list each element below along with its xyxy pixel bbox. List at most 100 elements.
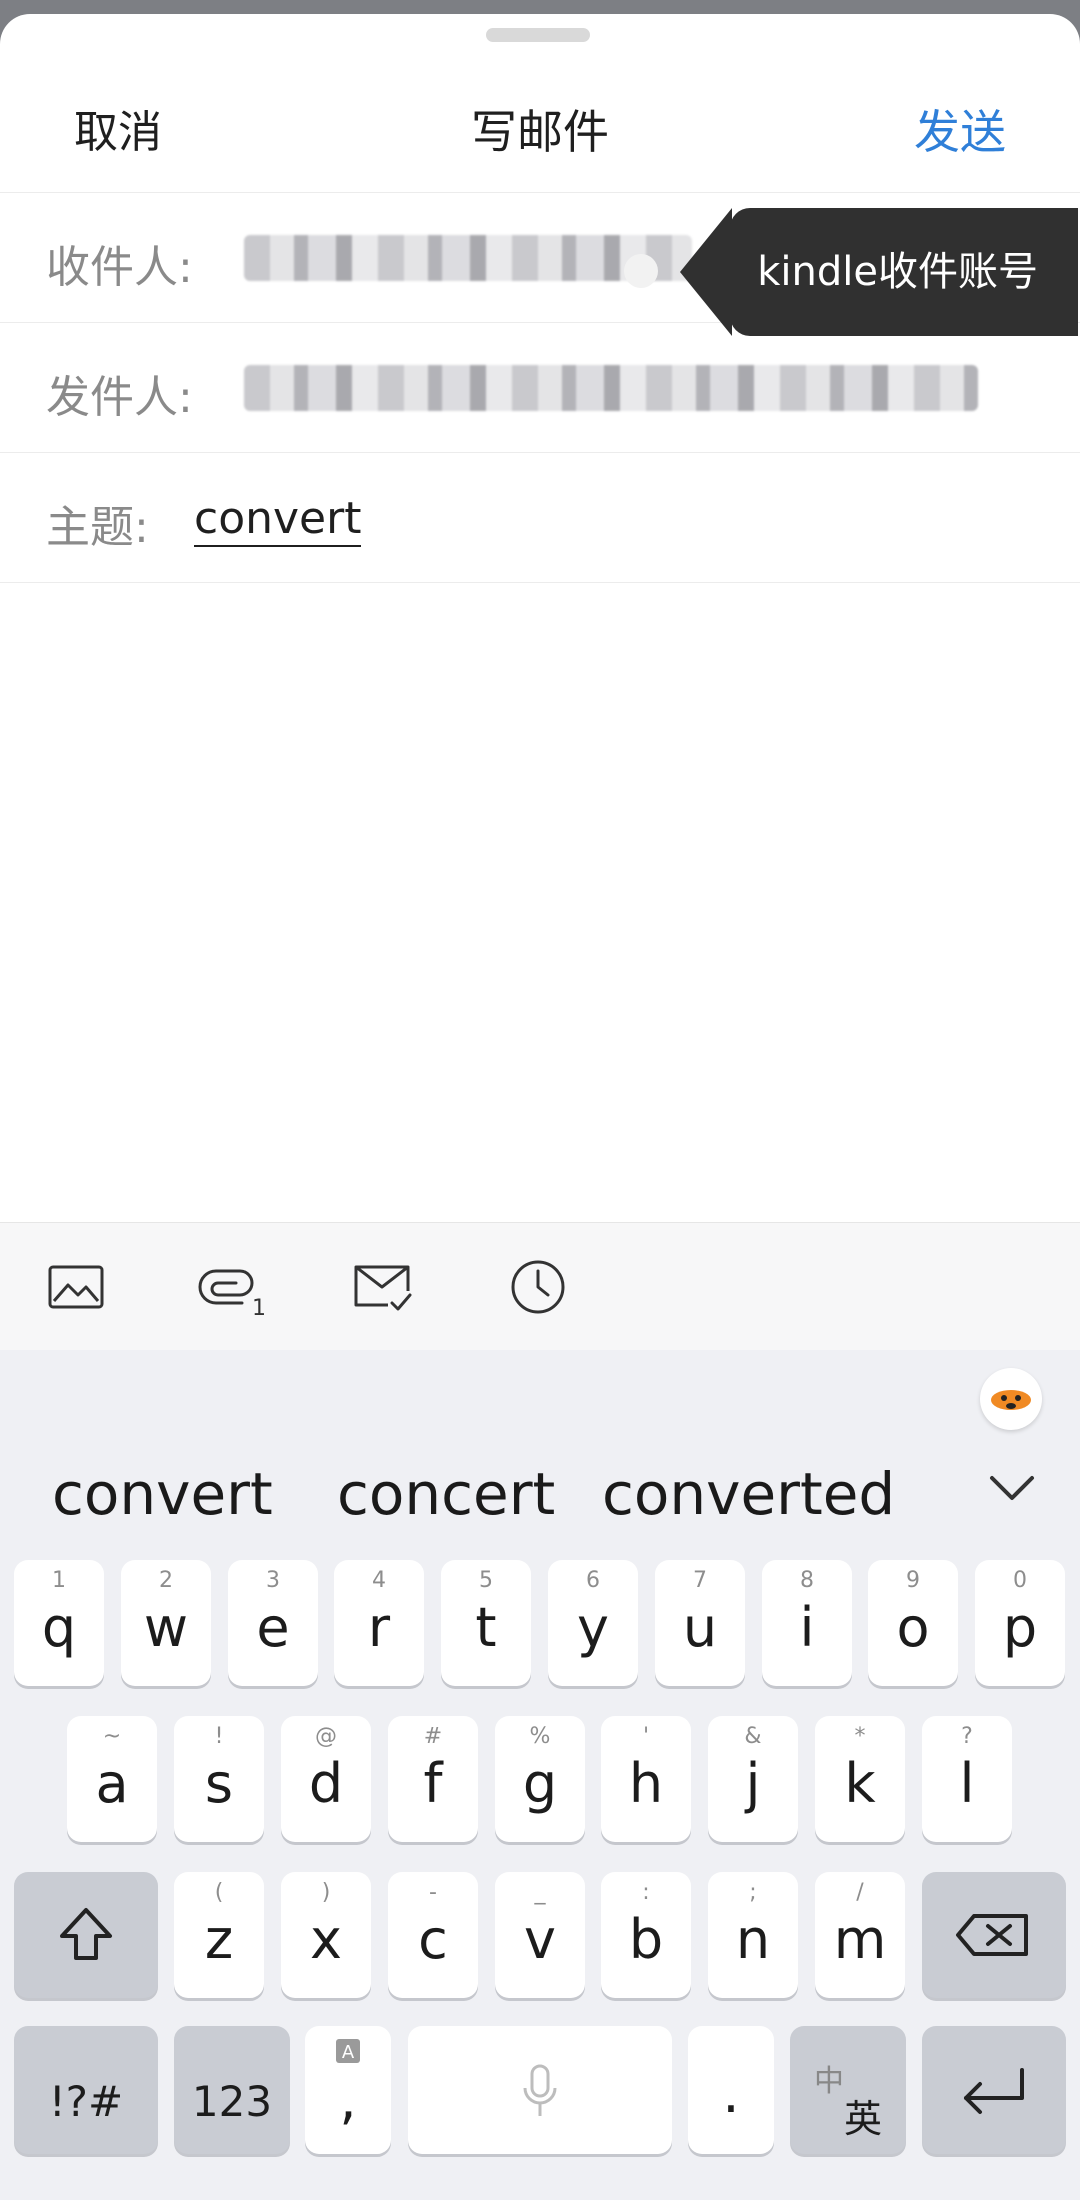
suggestion-item[interactable]: convert — [52, 1460, 273, 1528]
key-v[interactable]: _ v — [495, 1872, 585, 1998]
subject-label: 主题: — [46, 502, 149, 553]
key-q[interactable]: 1q — [14, 1560, 104, 1686]
numbers-key[interactable]: 123 — [174, 2026, 290, 2154]
enter-key[interactable] — [922, 2026, 1066, 2154]
key-d[interactable]: @ d — [281, 1716, 371, 1842]
key-sup: 1 — [52, 1568, 66, 1593]
key-p[interactable]: 0p — [975, 1560, 1065, 1686]
key-label: s — [204, 1752, 234, 1815]
key-j[interactable]: & j — [708, 1716, 798, 1842]
from-label: 发件人: — [46, 372, 193, 423]
compose-toolbar: 1 — [0, 1222, 1080, 1351]
key-sup: # — [423, 1724, 443, 1749]
image-icon[interactable] — [46, 1257, 106, 1317]
key-sup: 8 — [800, 1568, 814, 1593]
key-b[interactable]: :b — [601, 1872, 691, 1998]
comma-key[interactable]: A , — [305, 2026, 391, 2154]
key-label: j — [745, 1752, 761, 1815]
clock-icon[interactable] — [508, 1257, 568, 1317]
key-sup: ' — [642, 1724, 650, 1749]
key-sup: 7 — [693, 1568, 707, 1593]
key-w[interactable]: 2w — [121, 1560, 211, 1686]
sheet-grabber[interactable] — [486, 28, 590, 42]
key-c[interactable]: -c — [388, 1872, 478, 1998]
key-sup: 6 — [586, 1568, 600, 1593]
key-label: w — [143, 1596, 189, 1659]
key-u[interactable]: 7u — [655, 1560, 745, 1686]
key-sup: _ — [534, 1880, 546, 1905]
recipient-tooltip: kindle收件账号 — [730, 208, 1078, 336]
key-o[interactable]: 9o — [868, 1560, 958, 1686]
backspace-icon — [956, 1914, 1028, 1956]
key-label: q — [41, 1596, 77, 1659]
key-i[interactable]: 8i — [762, 1560, 852, 1686]
space-key[interactable] — [408, 2026, 672, 2154]
key-l[interactable]: ? l — [922, 1716, 1012, 1842]
key-g[interactable]: % g — [495, 1716, 585, 1842]
symbols-key[interactable]: !?# — [14, 2026, 158, 2154]
key-label: c — [418, 1908, 448, 1971]
key-sup: 0 — [1013, 1568, 1027, 1593]
key-sup: 2 — [159, 1568, 173, 1593]
key-label: g — [522, 1752, 558, 1815]
sender-redacted — [244, 365, 978, 411]
key-r[interactable]: 4r — [334, 1560, 424, 1686]
key-k[interactable]: * k — [815, 1716, 905, 1842]
key-label: e — [256, 1596, 290, 1659]
key-sup: ! — [214, 1724, 224, 1749]
key-label: k — [844, 1752, 876, 1815]
key-z[interactable]: (z — [174, 1872, 264, 1998]
svg-text:1: 1 — [252, 1296, 266, 1317]
period-key[interactable]: . — [688, 2026, 774, 2154]
key-sup: ( — [214, 1880, 224, 1905]
shift-key[interactable] — [14, 1872, 158, 1998]
to-label: 收件人: — [46, 242, 193, 293]
chevron-down-icon[interactable] — [988, 1470, 1036, 1506]
subject-input[interactable]: convert — [194, 493, 362, 547]
key-label: f — [423, 1752, 443, 1815]
key-t[interactable]: 5t — [441, 1560, 531, 1686]
key-n[interactable]: ; n — [708, 1872, 798, 1998]
language-switch-key[interactable]: 中 英 — [790, 2026, 906, 2154]
keyboard-mascot-icon[interactable] — [980, 1368, 1042, 1430]
key-e[interactable]: 3e — [228, 1560, 318, 1686]
key-f[interactable]: # f — [388, 1716, 478, 1842]
key-s[interactable]: ! s — [174, 1716, 264, 1842]
backspace-key[interactable] — [922, 1872, 1066, 1998]
subject-field[interactable]: 主题: convert — [0, 452, 1080, 583]
send-button[interactable]: 发送 — [914, 96, 1006, 162]
key-label: p — [1002, 1596, 1038, 1659]
key-label: t — [475, 1596, 497, 1659]
key-label: d — [308, 1752, 344, 1815]
microphone-icon — [523, 2064, 557, 2116]
key-a[interactable]: ~ a — [67, 1716, 157, 1842]
key-label: a — [95, 1752, 129, 1815]
divider — [0, 582, 1080, 583]
lang-cn-label: 中 — [814, 2064, 844, 2099]
key-label: y — [577, 1596, 609, 1659]
key-y[interactable]: 6y — [548, 1560, 638, 1686]
key-label: !?# — [48, 2077, 124, 2126]
key-sup: ? — [961, 1724, 973, 1749]
key-sup: * — [854, 1724, 866, 1749]
key-sup: / — [856, 1880, 864, 1905]
key-sup: % — [529, 1724, 551, 1749]
key-sup: 3 — [266, 1568, 280, 1593]
key-sup: ) — [321, 1880, 331, 1905]
key-x[interactable]: ) x — [281, 1872, 371, 1998]
attachment-icon[interactable]: 1 — [196, 1257, 270, 1317]
key-m[interactable]: / m — [815, 1872, 905, 1998]
suggestion-item[interactable]: concert — [337, 1460, 555, 1528]
key-label: o — [896, 1596, 930, 1659]
key-sup: ; — [749, 1880, 757, 1905]
from-field[interactable]: 发件人: — [0, 322, 1080, 453]
svg-text:A: A — [342, 2042, 355, 2063]
suggestion-item[interactable]: converted — [602, 1460, 895, 1528]
key-label: v — [524, 1908, 556, 1971]
mail-check-icon[interactable] — [352, 1257, 412, 1317]
shift-arrow-icon — [60, 1908, 112, 1960]
key-label: x — [310, 1908, 342, 1971]
key-label: 123 — [191, 2077, 273, 2126]
key-h[interactable]: ' h — [601, 1716, 691, 1842]
key-sup: 4 — [372, 1568, 386, 1593]
